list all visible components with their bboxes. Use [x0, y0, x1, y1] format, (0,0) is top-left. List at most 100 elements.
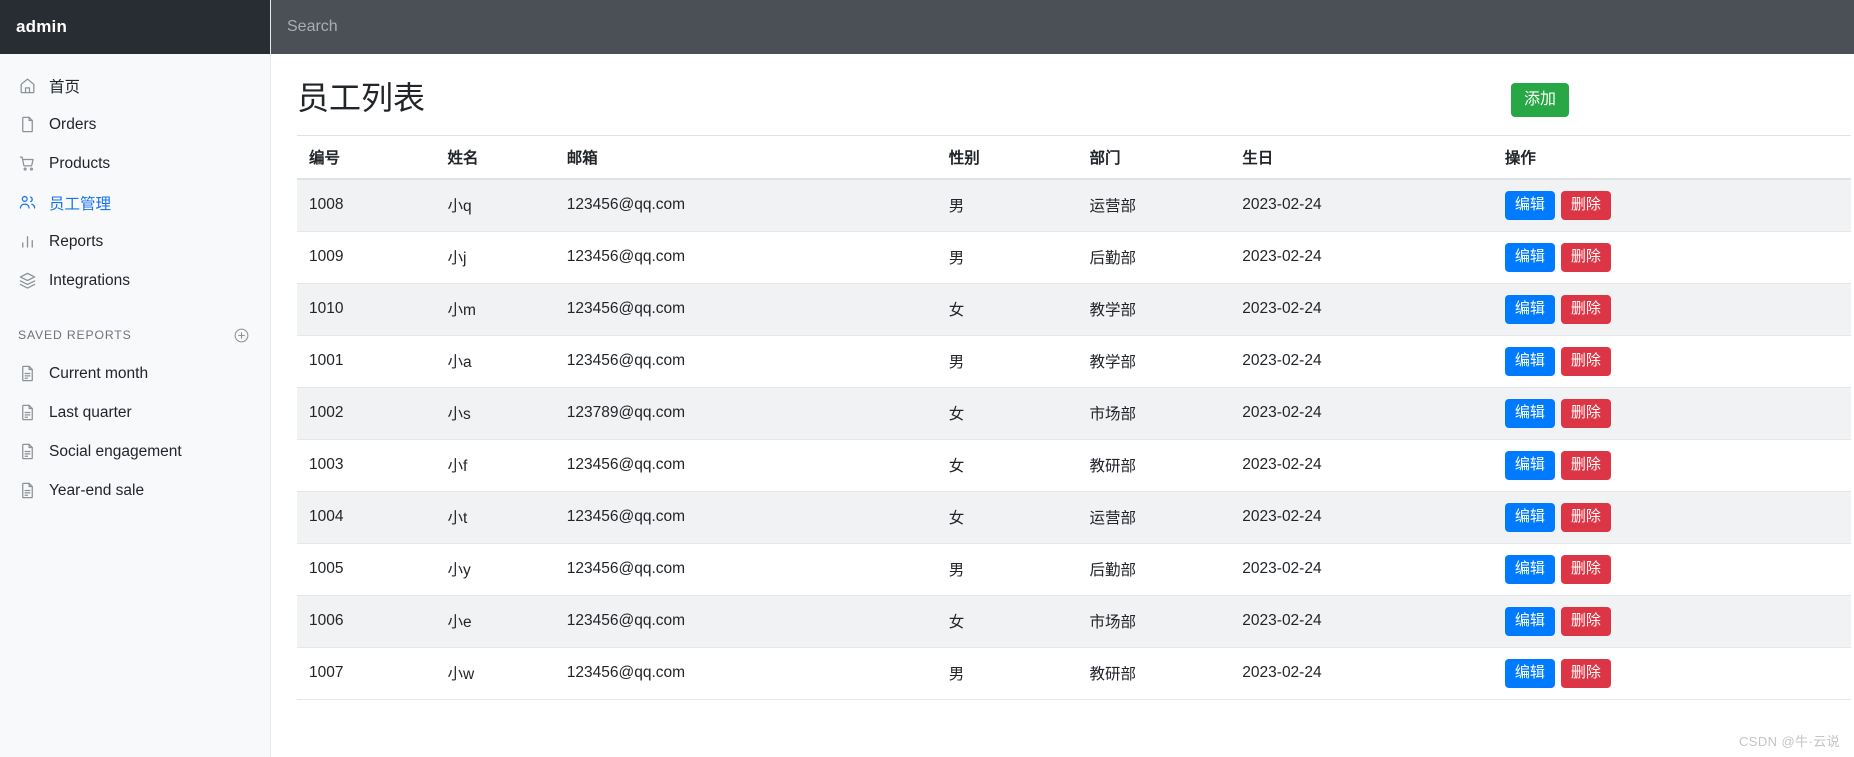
cell-actions: 编辑 删除: [1493, 543, 1851, 595]
delete-button[interactable]: 删除: [1560, 242, 1611, 272]
plus-circle-icon[interactable]: [233, 327, 250, 344]
sidebar-item-employee-management[interactable]: 员工管理: [0, 183, 270, 222]
saved-reports-title: SAVED REPORTS: [18, 328, 132, 342]
cell-email: 123456@qq.com: [566, 508, 686, 526]
cell-email: 123456@qq.com: [566, 664, 686, 682]
cell-id: 1007: [309, 664, 344, 682]
top-bar: [271, 0, 1854, 54]
cell-department: 后勤部: [1089, 562, 1137, 580]
primary-nav: 首页 Orders Products 员工管理 Reports Integrat…: [0, 54, 270, 300]
table-row: 1005 小y 123456@qq.com 男 后勤部 2023-02-24 编…: [297, 543, 1851, 596]
cell-gender: 男: [948, 198, 965, 216]
cell-email: 123456@qq.com: [566, 456, 686, 474]
edit-button[interactable]: 编辑: [1504, 658, 1555, 688]
cell-department: 教研部: [1089, 458, 1137, 476]
sidebar: admin 首页 Orders Products 员工管理 Reports In…: [0, 0, 271, 757]
cell-email: 123456@qq.com: [566, 300, 686, 318]
watermark: CSDN @牛·云说: [1739, 734, 1840, 749]
delete-button[interactable]: 删除: [1560, 606, 1611, 636]
cell-name: 小s: [447, 406, 471, 424]
saved-report-label: Last quarter: [49, 403, 132, 421]
sidebar-item-label: Reports: [49, 232, 104, 250]
saved-report-social-engagement[interactable]: Social engagement: [0, 432, 270, 471]
sidebar-item-integrations[interactable]: Integrations: [0, 261, 270, 300]
cell-actions: 编辑 删除: [1493, 387, 1851, 439]
table-header-row: 编号 姓名 邮箱 性别 部门 生日 操作: [297, 135, 1851, 180]
cell-id: 1008: [309, 196, 344, 214]
bar-chart-icon: [18, 232, 37, 251]
cell-birthday: 2023-02-24: [1242, 612, 1322, 630]
cell-id: 1006: [309, 612, 344, 630]
cell-birthday: 2023-02-24: [1242, 664, 1322, 682]
table-row: 1010 小m 123456@qq.com 女 教学部 2023-02-24 编…: [297, 283, 1851, 336]
delete-button[interactable]: 删除: [1560, 190, 1611, 220]
cell-gender: 男: [948, 562, 965, 580]
brand-header: admin: [0, 0, 270, 54]
cell-actions: 编辑 删除: [1493, 491, 1851, 543]
cell-actions: 编辑 删除: [1493, 439, 1851, 491]
file-icon: [18, 115, 37, 134]
sidebar-item-reports[interactable]: Reports: [0, 222, 270, 261]
sidebar-item-products[interactable]: Products: [0, 144, 270, 183]
edit-button[interactable]: 编辑: [1504, 606, 1555, 636]
cell-birthday: 2023-02-24: [1242, 404, 1322, 422]
cell-name: 小w: [447, 666, 475, 684]
cell-email: 123789@qq.com: [566, 404, 686, 422]
delete-button[interactable]: 删除: [1560, 294, 1611, 324]
sidebar-item-label: 员工管理: [49, 195, 112, 213]
layers-icon: [18, 271, 37, 290]
delete-button[interactable]: 删除: [1560, 450, 1611, 480]
delete-button[interactable]: 删除: [1560, 346, 1611, 376]
saved-report-year-end-sale[interactable]: Year-end sale: [0, 471, 270, 510]
cell-gender: 女: [948, 458, 965, 476]
edit-button[interactable]: 编辑: [1504, 294, 1555, 324]
page-content: 员工列表 添加 编号 姓名 邮箱 性别 部门 生日 操作 1008 小q 123…: [271, 54, 1854, 700]
edit-button[interactable]: 编辑: [1504, 190, 1555, 220]
cell-name: 小q: [447, 198, 472, 216]
table-row: 1007 小w 123456@qq.com 男 教研部 2023-02-24 编…: [297, 647, 1851, 700]
add-button[interactable]: 添加: [1510, 82, 1569, 117]
cell-id: 1003: [309, 456, 344, 474]
delete-button[interactable]: 删除: [1560, 554, 1611, 584]
table-row: 1006 小e 123456@qq.com 女 市场部 2023-02-24 编…: [297, 595, 1851, 648]
saved-report-current-month[interactable]: Current month: [0, 354, 270, 393]
search-input[interactable]: [287, 18, 687, 36]
brand-title: admin: [16, 17, 68, 36]
column-header-actions: 操作: [1492, 135, 1851, 180]
document-icon: [18, 364, 37, 383]
edit-button[interactable]: 编辑: [1504, 242, 1555, 272]
sidebar-item-orders[interactable]: Orders: [0, 105, 270, 144]
cell-id: 1004: [309, 508, 344, 526]
column-header-id: 编号: [297, 135, 436, 180]
edit-button[interactable]: 编辑: [1504, 450, 1555, 480]
delete-button[interactable]: 删除: [1560, 502, 1611, 532]
cell-name: 小a: [447, 354, 472, 372]
column-header-email: 邮箱: [554, 135, 937, 180]
cell-department: 教研部: [1089, 666, 1137, 684]
cell-name: 小m: [447, 302, 476, 320]
edit-button[interactable]: 编辑: [1504, 398, 1555, 428]
employee-table: 编号 姓名 邮箱 性别 部门 生日 操作 1008 小q 123456@qq.c…: [297, 135, 1851, 700]
delete-button[interactable]: 删除: [1560, 398, 1611, 428]
cell-email: 123456@qq.com: [566, 560, 686, 578]
edit-button[interactable]: 编辑: [1504, 554, 1555, 584]
edit-button[interactable]: 编辑: [1504, 502, 1555, 532]
cell-name: 小y: [447, 562, 471, 580]
cell-actions: 编辑 删除: [1493, 179, 1851, 232]
table-body: 1008 小q 123456@qq.com 男 运营部 2023-02-24 编…: [297, 178, 1851, 700]
cell-actions: 编辑 删除: [1493, 335, 1851, 387]
delete-button[interactable]: 删除: [1560, 658, 1611, 688]
cell-gender: 女: [948, 406, 965, 424]
cell-gender: 男: [948, 250, 965, 268]
cell-department: 市场部: [1089, 614, 1137, 632]
cell-department: 教学部: [1089, 354, 1137, 372]
table-row: 1009 小j 123456@qq.com 男 后勤部 2023-02-24 编…: [297, 231, 1851, 284]
sidebar-item-home[interactable]: 首页: [0, 66, 270, 105]
cell-id: 1002: [309, 404, 344, 422]
cell-actions: 编辑 删除: [1493, 231, 1851, 283]
sidebar-item-label: Products: [49, 154, 111, 172]
edit-button[interactable]: 编辑: [1504, 346, 1555, 376]
users-icon: [18, 193, 37, 212]
saved-report-last-quarter[interactable]: Last quarter: [0, 393, 270, 432]
cell-email: 123456@qq.com: [566, 248, 686, 266]
